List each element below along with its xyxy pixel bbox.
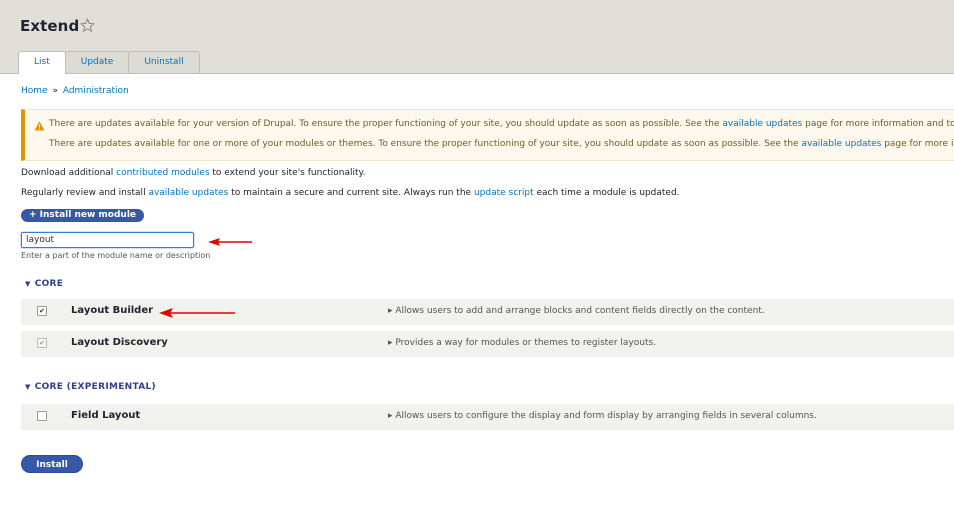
module-checkbox[interactable]: ✔	[37, 306, 47, 316]
available-updates-link[interactable]: available updates	[148, 188, 228, 198]
red-arrow-annotation	[159, 308, 235, 318]
install-button[interactable]: Install	[21, 455, 83, 473]
filter-description: Enter a part of the module name or descr…	[21, 251, 211, 260]
star-outline-icon[interactable]	[80, 18, 95, 33]
module-description[interactable]: ▸ Allows users to configure the display …	[388, 411, 817, 421]
group-title-core[interactable]: ▼ CORE	[25, 279, 63, 289]
breadcrumb: Home » Administration	[21, 86, 129, 96]
tab-update[interactable]: Update	[64, 51, 130, 73]
breadcrumb-administration[interactable]: Administration	[63, 86, 129, 96]
intro-download: Download additional contributed modules …	[21, 168, 366, 178]
warning-message: There are updates available for your ver…	[21, 109, 954, 161]
available-updates-link[interactable]: available updates	[801, 139, 881, 149]
module-checkbox[interactable]: ✔	[37, 338, 47, 348]
available-updates-link[interactable]: available updates	[722, 119, 802, 129]
warning-triangle-icon	[34, 121, 45, 131]
breadcrumb-separator: »	[52, 86, 58, 96]
page-header: Extend List Update Uninstall	[0, 0, 954, 74]
warning-line-core: There are updates available for your ver…	[49, 119, 954, 129]
module-checkbox[interactable]	[37, 411, 47, 421]
contributed-modules-link[interactable]: contributed modules	[116, 168, 209, 178]
breadcrumb-home[interactable]: Home	[21, 86, 48, 96]
page-title: Extend	[20, 17, 80, 35]
caret-down-icon: ▼	[25, 383, 31, 391]
red-arrow-annotation	[208, 238, 252, 246]
install-new-module-button[interactable]: + Install new module	[21, 209, 145, 222]
group-title-core-experimental[interactable]: ▼ CORE (EXPERIMENTAL)	[25, 382, 156, 392]
intro-review: Regularly review and install available u…	[21, 188, 680, 198]
tab-uninstall[interactable]: Uninstall	[128, 51, 200, 73]
module-name: Layout Builder	[71, 305, 154, 316]
module-row: ✔ Layout Discovery ▸ Provides a way for …	[21, 331, 954, 357]
module-row: Field Layout ▸ Allows users to configure…	[21, 404, 954, 430]
module-filter-input[interactable]	[21, 232, 194, 248]
primary-tabs: List Update Uninstall	[18, 51, 200, 74]
update-script-link[interactable]: update script	[474, 188, 534, 198]
module-name: Layout Discovery	[71, 337, 168, 348]
caret-down-icon: ▼	[25, 280, 31, 288]
module-name: Field Layout	[71, 410, 141, 421]
module-description[interactable]: ▸ Allows users to add and arrange blocks…	[388, 306, 765, 316]
warning-line-modules: There are updates available for one or m…	[49, 139, 954, 149]
tab-list[interactable]: List	[18, 51, 66, 74]
module-description[interactable]: ▸ Provides a way for modules or themes t…	[388, 338, 656, 348]
